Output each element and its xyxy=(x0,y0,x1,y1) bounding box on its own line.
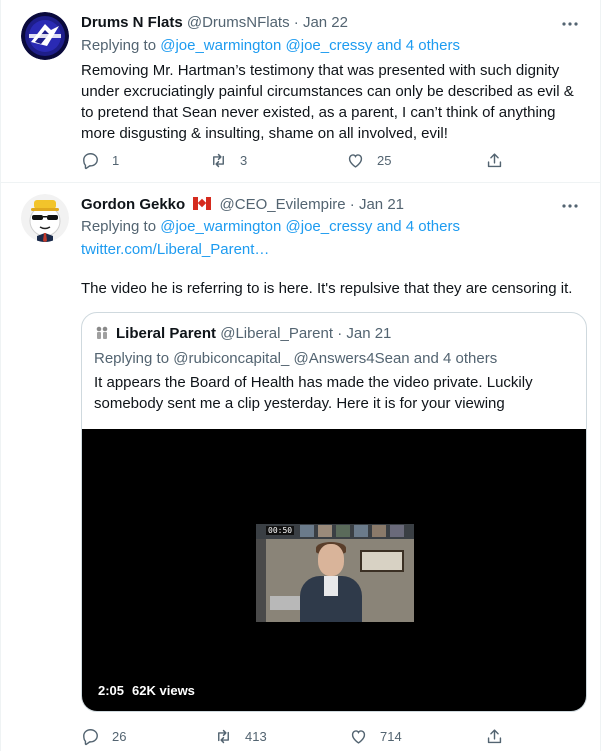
quoted-tweet-date: Jan 21 xyxy=(346,325,392,342)
retweet-icon xyxy=(218,729,229,743)
quoted-avatar-icon xyxy=(96,326,108,339)
tweet-text: The video he is referring to is here. It… xyxy=(81,280,573,297)
share-button[interactable] xyxy=(485,726,504,746)
zoom-participant-strip: 00:50 xyxy=(256,524,414,539)
avatar-wsb-icon xyxy=(21,194,69,242)
retweet-count: 3 xyxy=(240,152,248,168)
share-icon xyxy=(487,152,502,167)
tweet-date[interactable]: Jan 21 xyxy=(359,196,404,213)
tweet[interactable]: Gordon Gekko @CEO_Evilempire · Jan 21 Re… xyxy=(1,184,600,751)
separator: · xyxy=(349,196,355,213)
quoted-replying-mentions: @rubiconcapital_ @Answers4Sean and 4 oth… xyxy=(173,350,498,367)
replying-mentions[interactable]: @joe_warmington @joe_cressy and 4 others xyxy=(160,218,460,235)
quoted-tweet-text: It appears the Board of Health has made … xyxy=(94,374,533,412)
avatar[interactable] xyxy=(21,12,69,60)
share-icon xyxy=(487,728,502,743)
more-dots-icon[interactable] xyxy=(558,196,582,216)
quoted-tweet[interactable]: Liberal Parent @Liberal_Parent · Jan 21 … xyxy=(81,312,587,712)
reply-button[interactable]: 1 xyxy=(81,150,119,170)
avatar-logo-icon xyxy=(21,12,69,60)
like-count: 25 xyxy=(377,152,392,168)
avatar[interactable] xyxy=(21,194,69,242)
author-handle[interactable]: @CEO_Evilempire xyxy=(220,196,346,213)
heart-icon xyxy=(348,153,363,168)
like-count: 714 xyxy=(380,728,402,744)
video-player[interactable]: 00:50 2:05 62K views xyxy=(82,429,586,711)
retweet-count: 413 xyxy=(245,728,267,744)
share-button[interactable] xyxy=(485,150,504,170)
video-views: 62K views xyxy=(132,683,195,698)
like-button[interactable]: 25 xyxy=(346,150,391,170)
tweet-text: Removing Mr. Hartman’s testimony that wa… xyxy=(81,62,574,142)
author-name[interactable]: Gordon Gekko xyxy=(81,196,185,213)
tweet-date[interactable]: Jan 22 xyxy=(303,14,348,31)
author-handle[interactable]: @DrumsNFlats xyxy=(187,14,290,31)
tweet-header: Drums N Flats @DrumsNFlats · Jan 22 xyxy=(81,13,348,33)
quoted-replying-to: Replying to @rubiconcapital_ @Answers4Se… xyxy=(94,349,497,369)
tweet-actions: 1 3 25 xyxy=(81,150,504,170)
video-thumbnail: 00:50 xyxy=(256,524,414,622)
author-name[interactable]: Drums N Flats xyxy=(81,14,183,31)
tweet[interactable]: Drums N Flats @DrumsNFlats · Jan 22 Repl… xyxy=(1,0,600,183)
tweet-actions: 26 413 714 xyxy=(81,726,504,746)
video-timer: 00:50 xyxy=(266,526,295,535)
retweet-button[interactable]: 3 xyxy=(209,150,247,170)
replying-to: Replying to @joe_warmington @joe_cressy … xyxy=(81,217,460,237)
separator: · xyxy=(293,14,299,31)
more-dots-icon[interactable] xyxy=(558,14,582,34)
heart-icon xyxy=(351,729,366,744)
reply-icon xyxy=(83,728,98,745)
tweet-header: Gordon Gekko @CEO_Evilempire · Jan 21 xyxy=(81,195,404,215)
reply-button[interactable]: 26 xyxy=(81,726,126,746)
replying-prefix: Replying to xyxy=(94,350,174,367)
replying-prefix: Replying to xyxy=(81,37,161,54)
like-button[interactable]: 714 xyxy=(349,726,402,746)
canada-flag-icon xyxy=(193,197,212,210)
quoted-tweet-header: Liberal Parent @Liberal_Parent · Jan 21 xyxy=(94,324,391,344)
replying-to: Replying to @joe_warmington @joe_cressy … xyxy=(81,36,460,56)
replying-mentions[interactable]: @joe_warmington @joe_cressy and 4 others xyxy=(160,37,460,54)
timeline-right-border xyxy=(600,0,601,751)
quoted-author-name: Liberal Parent xyxy=(116,325,217,342)
tweet-link[interactable]: twitter.com/Liberal_Parent… xyxy=(81,240,269,260)
reply-count: 1 xyxy=(112,152,120,168)
replying-prefix: Replying to xyxy=(81,218,161,235)
separator: · xyxy=(337,325,343,342)
retweet-button[interactable]: 413 xyxy=(214,726,267,746)
video-meta: 2:05 62K views xyxy=(98,683,195,699)
reply-count: 26 xyxy=(112,728,127,744)
video-duration: 2:05 xyxy=(98,683,125,698)
reply-icon xyxy=(83,152,98,169)
retweet-icon xyxy=(213,153,224,167)
quoted-author-handle: @Liberal_Parent xyxy=(220,325,334,342)
